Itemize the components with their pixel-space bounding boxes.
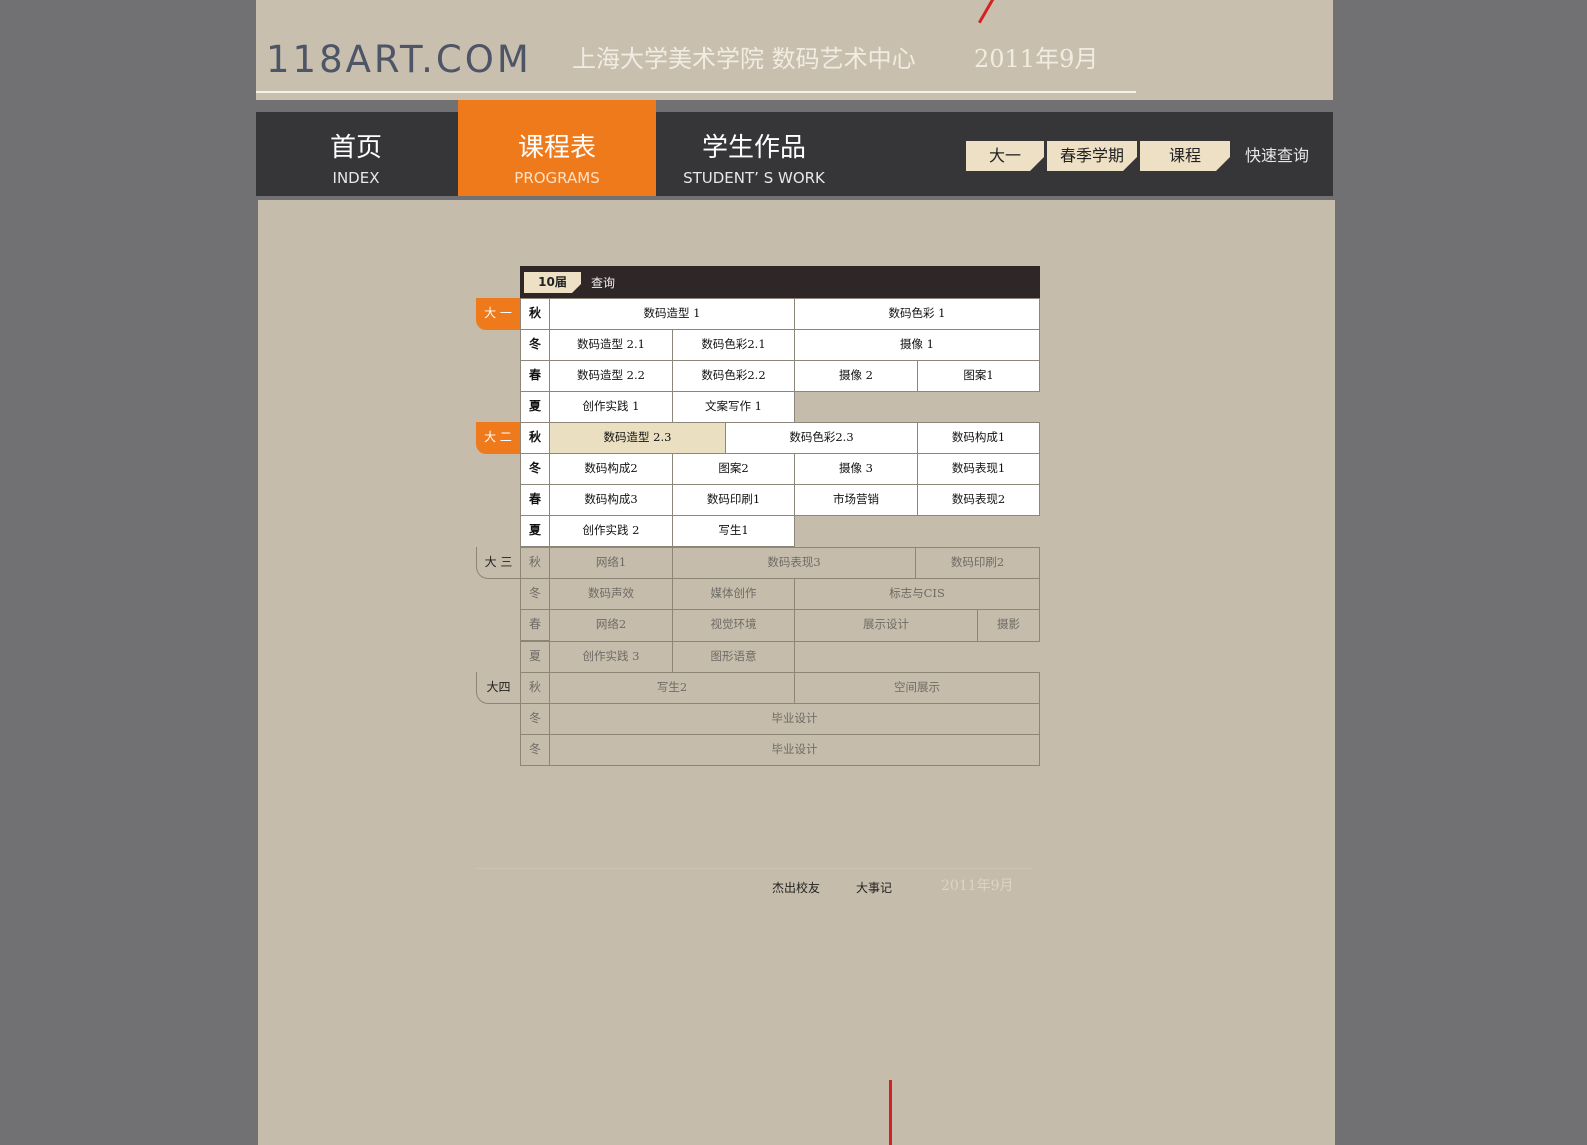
- course-cell[interactable]: 数码色彩2.1: [672, 329, 795, 361]
- course-cell[interactable]: 图形语意: [672, 641, 795, 673]
- course-cell[interactable]: 空间展示: [794, 672, 1040, 704]
- query-button[interactable]: 查询: [591, 274, 615, 292]
- season-cell: 秋: [520, 547, 550, 579]
- course-cell[interactable]: 数码印刷2: [915, 547, 1040, 579]
- course-cell[interactable]: 视觉环境: [672, 609, 795, 642]
- course-cell[interactable]: 写生2: [549, 672, 795, 704]
- course-cell[interactable]: 媒体创作: [672, 578, 795, 610]
- course-cell[interactable]: 数码造型 2.1: [549, 329, 673, 361]
- course-cell[interactable]: 毕业设计: [549, 703, 1040, 735]
- course-cell[interactable]: 数码声效: [549, 578, 673, 610]
- nav-programs-label: 课程表: [517, 133, 596, 163]
- footer-link-events[interactable]: 大事记: [856, 878, 892, 898]
- course-cell[interactable]: 数码造型 2.2: [549, 360, 673, 392]
- course-cell[interactable]: 数码色彩2.3: [725, 422, 918, 454]
- course-cell[interactable]: 文案写作 1: [672, 391, 795, 423]
- semester-select-chip[interactable]: 春季学期: [1047, 141, 1137, 171]
- course-cell[interactable]: 摄像 1: [794, 329, 1040, 361]
- course-cell[interactable]: 数码表现1: [917, 453, 1040, 485]
- season-cell: 春: [520, 609, 550, 641]
- season-cell: 冬: [520, 329, 550, 361]
- footer-divider: [476, 868, 1031, 869]
- season-cell: 冬: [520, 703, 550, 735]
- chip-corner-icon: [1216, 157, 1230, 171]
- season-cell: 夏: [520, 391, 550, 423]
- course-cell[interactable]: 写生1: [672, 515, 795, 547]
- nav-index-label: 首页: [329, 133, 382, 163]
- nav-programs[interactable]: 课程表 PROGRAMS: [458, 100, 656, 196]
- course-cell[interactable]: 摄影: [977, 609, 1040, 642]
- season-cell: 春: [520, 484, 550, 516]
- badge-corner-icon: [572, 284, 581, 293]
- year-label-3[interactable]: 大 三: [476, 547, 520, 579]
- cohort-label: 10届: [538, 275, 567, 289]
- course-cell[interactable]: 摄像 2: [794, 360, 918, 392]
- course-cell[interactable]: 数码造型 1: [549, 298, 795, 330]
- cohort-badge[interactable]: 10届: [524, 272, 581, 293]
- season-cell: 冬: [520, 578, 550, 610]
- header-divider: [256, 91, 1136, 93]
- course-select-label: 课程: [1168, 146, 1201, 165]
- year-select-label: 大一: [988, 146, 1021, 165]
- season-cell: 秋: [520, 672, 550, 704]
- course-cell[interactable]: 展示设计: [794, 609, 978, 642]
- course-cell[interactable]: 摄像 3: [794, 453, 918, 485]
- course-cell[interactable]: 数码色彩2.2: [672, 360, 795, 392]
- nav-student-work-label: 学生作品: [701, 133, 806, 163]
- year-label-2[interactable]: 大 二: [476, 422, 520, 454]
- course-cell[interactable]: 市场营销: [794, 484, 918, 516]
- season-cell: 夏: [520, 515, 550, 547]
- course-cell[interactable]: 网络1: [549, 547, 673, 579]
- season-cell: 秋: [520, 422, 550, 454]
- nav-index-sublabel: INDEX: [332, 169, 380, 187]
- nav-index[interactable]: 首页 INDEX: [256, 112, 456, 196]
- year-select-chip[interactable]: 大一: [966, 141, 1044, 171]
- chip-corner-icon: [1030, 157, 1044, 171]
- quick-search-link[interactable]: 快速查询: [1245, 146, 1309, 166]
- nav-programs-sublabel: PROGRAMS: [514, 169, 600, 187]
- season-cell: 秋: [520, 298, 550, 330]
- red-accent-line: [889, 1080, 892, 1145]
- season-cell: 冬: [520, 453, 550, 485]
- course-cell[interactable]: 数码表现3: [672, 547, 916, 579]
- course-cell[interactable]: 图案2: [672, 453, 795, 485]
- footer-date: 2011年9月: [941, 878, 1014, 894]
- course-cell[interactable]: 创作实践 1: [549, 391, 673, 423]
- course-cell[interactable]: 数码构成1: [917, 422, 1040, 454]
- header-date: 2011年9月: [974, 45, 1099, 73]
- site-header: 118ART.COM 上海大学美术学院 数码艺术中心 2011年9月: [256, 0, 1333, 100]
- nav-student-work[interactable]: 学生作品 STUDENT’ S WORK: [656, 112, 852, 196]
- nav-student-work-sublabel: STUDENT’ S WORK: [683, 169, 825, 187]
- course-cell[interactable]: 标志与CIS: [794, 578, 1040, 610]
- season-cell: 冬: [520, 734, 550, 766]
- site-logo[interactable]: 118ART.COM: [266, 40, 532, 80]
- course-cell[interactable]: 数码印刷1: [672, 484, 795, 516]
- course-cell[interactable]: 网络2: [549, 609, 673, 642]
- chip-corner-icon: [1123, 157, 1137, 171]
- course-select-chip[interactable]: 课程: [1140, 141, 1230, 171]
- course-cell[interactable]: 数码表现2: [917, 484, 1040, 516]
- course-cell[interactable]: 数码构成2: [549, 453, 673, 485]
- school-name: 上海大学美术学院 数码艺术中心: [572, 45, 916, 73]
- year-label-1[interactable]: 大 一: [476, 298, 520, 330]
- course-cell[interactable]: 创作实践 2: [549, 515, 673, 547]
- course-cell[interactable]: 毕业设计: [549, 734, 1040, 766]
- course-cell[interactable]: 数码构成3: [549, 484, 673, 516]
- course-cell[interactable]: 数码色彩 1: [794, 298, 1040, 330]
- course-cell-highlighted[interactable]: 数码造型 2.3: [549, 422, 726, 454]
- year-label-4[interactable]: 大四: [476, 672, 520, 704]
- main-nav: 首页 INDEX 课程表 PROGRAMS 学生作品 STUDENT’ S WO…: [256, 100, 1333, 196]
- semester-select-label: 春季学期: [1059, 146, 1124, 165]
- footer-link-alumni[interactable]: 杰出校友: [772, 878, 820, 898]
- season-cell: 春: [520, 360, 550, 392]
- course-cell[interactable]: 创作实践 3: [549, 641, 673, 673]
- season-cell: 夏: [520, 641, 550, 673]
- course-cell[interactable]: 图案1: [917, 360, 1040, 392]
